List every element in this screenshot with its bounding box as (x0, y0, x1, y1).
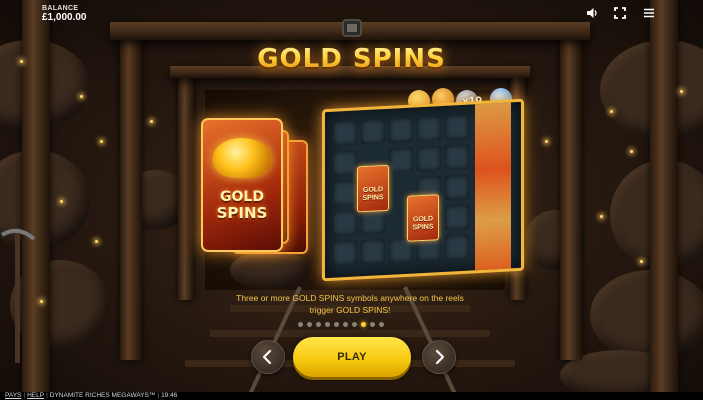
chevron-right-icon (435, 349, 445, 365)
rock (230, 250, 310, 290)
menu-icon[interactable] (642, 6, 656, 20)
page-indicator (298, 322, 408, 328)
balance-value: £1,000.00 (42, 12, 87, 23)
rock (590, 270, 703, 360)
pickaxe-decoration-icon (0, 228, 36, 363)
help-link[interactable]: HELP (27, 392, 44, 399)
chevron-left-icon (262, 349, 272, 365)
clock: 19:46 (161, 392, 178, 399)
game-name: DYNAMITE RICHES MEGAWAYS™ (49, 392, 156, 399)
game-scene: BALANCE £1,000.00 GOLD SPINS D S GOLD SP… (0, 0, 703, 392)
mini-gold-spins-card: GOLD SPINS (357, 164, 389, 213)
slide-title: GOLD SPINS (0, 44, 703, 74)
description-line: trigger GOLD SPINS! (309, 305, 391, 315)
page-dot[interactable] (325, 322, 330, 327)
footer-bar: PAYS | HELP | DYNAMITE RICHES MEGAWAYS™ | 19:4… (0, 392, 703, 400)
previous-page-button[interactable] (251, 340, 285, 374)
lantern-icon (342, 19, 362, 37)
card-word-gold: GOLD (220, 189, 264, 205)
footer-text: PAYS | HELP | DYNAMITE RICHES MEGAWAYS™ | 19:4… (5, 392, 178, 399)
page-dot[interactable] (352, 322, 357, 327)
description-line: Three or more GOLD SPINS symbols anywher… (236, 293, 464, 303)
slide-description: Three or more GOLD SPINS symbols anywher… (205, 292, 495, 316)
support-beam (560, 30, 582, 360)
page-dot[interactable] (334, 322, 339, 327)
card-word-spins: SPINS (216, 204, 268, 222)
page-dot[interactable] (307, 322, 312, 327)
fullscreen-icon[interactable] (613, 6, 627, 20)
next-page-button[interactable] (422, 340, 456, 374)
page-dot[interactable] (379, 322, 384, 327)
balance-label: BALANCE (42, 5, 79, 12)
support-beam (178, 70, 194, 300)
page-dot[interactable] (298, 322, 303, 327)
gold-spins-card: GOLD SPINS (201, 118, 283, 252)
page-dot[interactable] (343, 322, 348, 327)
rail-tie (210, 330, 490, 337)
support-beam (120, 30, 142, 360)
page-dot-active[interactable] (361, 322, 366, 327)
page-dot[interactable] (316, 322, 321, 327)
mini-gold-spins-card: GOLD SPINS (407, 194, 439, 242)
wild-reel (475, 100, 511, 273)
gold-coins-icon (213, 138, 271, 178)
speaker-icon[interactable] (585, 6, 599, 20)
play-button[interactable]: PLAY (293, 337, 411, 377)
paytable-link[interactable]: PAYS (5, 392, 21, 399)
page-dot[interactable] (370, 322, 375, 327)
reels-illustration: GOLD SPINS GOLD SPINS (322, 98, 524, 282)
